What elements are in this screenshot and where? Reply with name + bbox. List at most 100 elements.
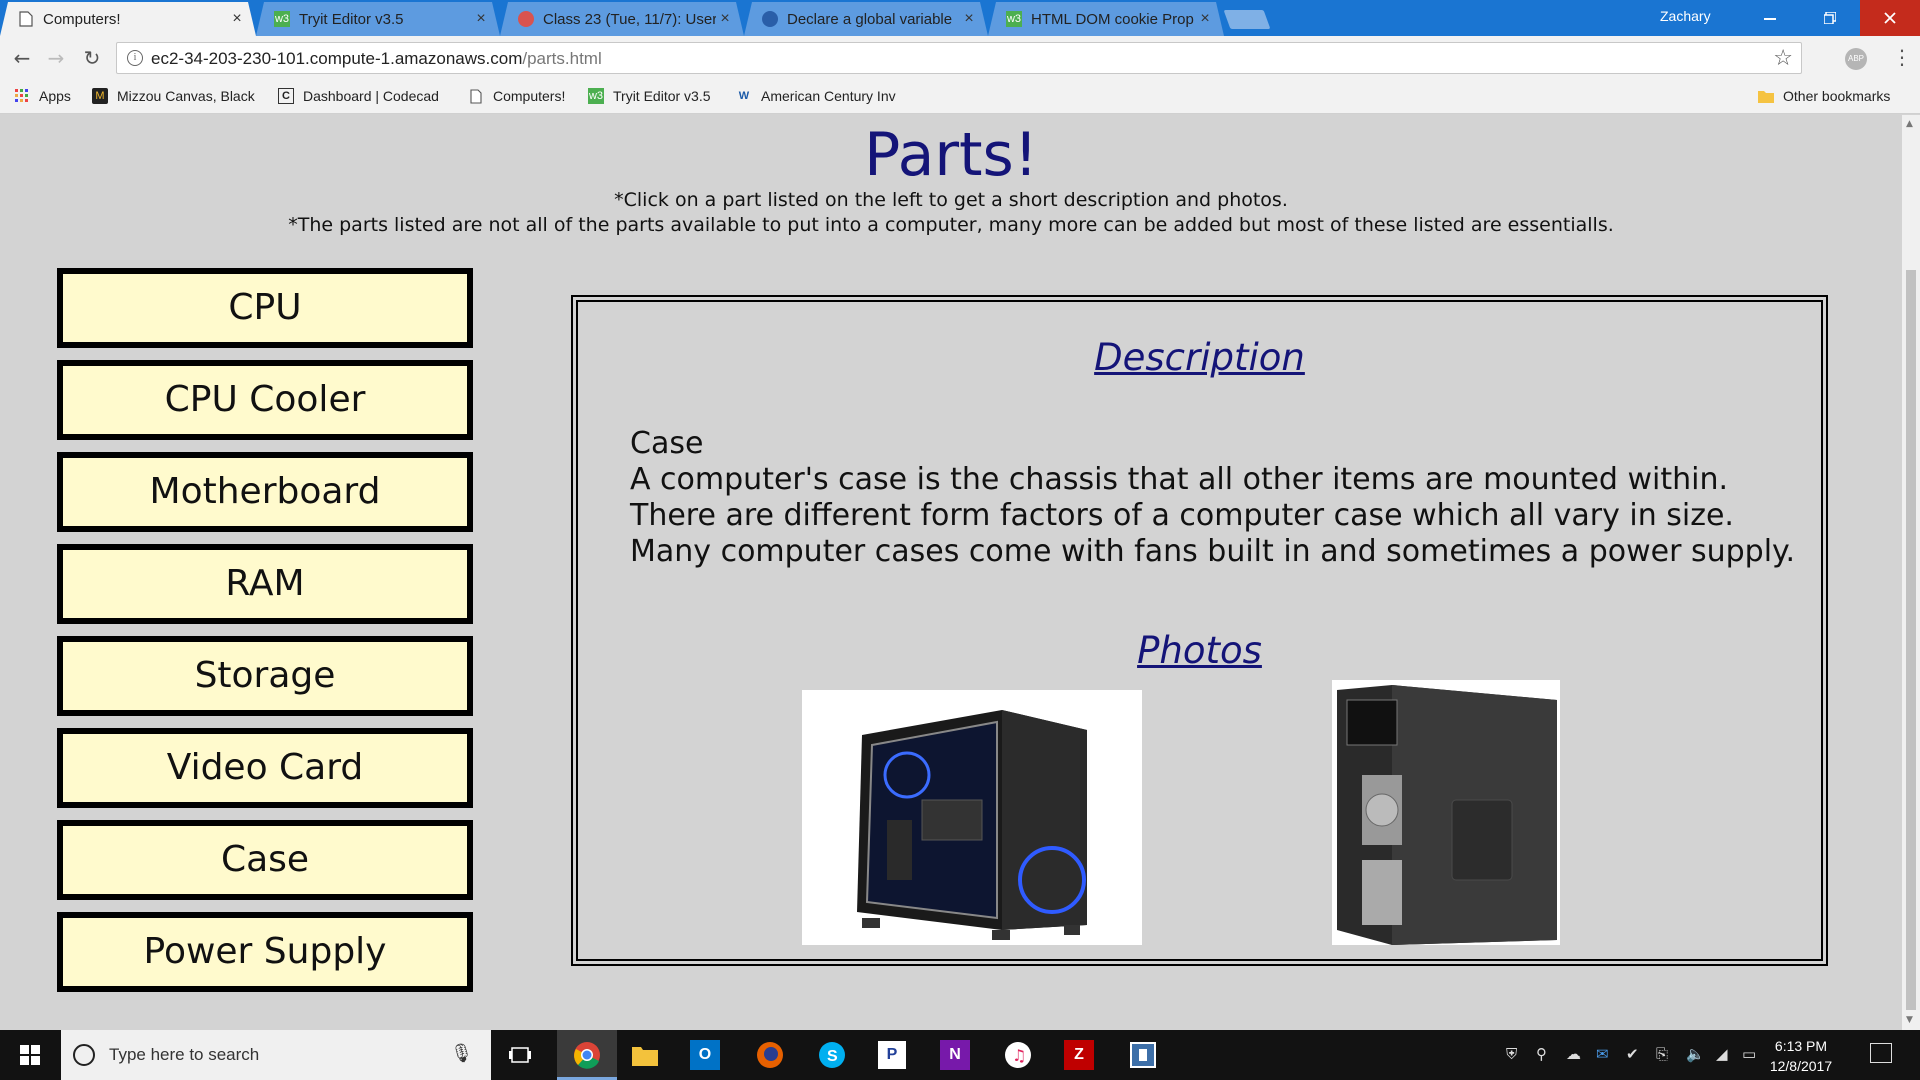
taskbar-search[interactable]: Type here to search 🎙 [61, 1030, 491, 1080]
firefox-icon[interactable] [752, 1037, 788, 1073]
scrollbar-thumb[interactable] [1906, 270, 1916, 1010]
windows-taskbar: Type here to search 🎙 O S P N ♫ Z ⛨ ⚲ ☁ … [0, 1030, 1920, 1080]
scroll-up-icon[interactable]: ▲ [1906, 119, 1913, 129]
address-bar[interactable]: i ec2-34-203-230-101.compute-1.amazonaws… [116, 42, 1802, 74]
itunes-icon[interactable]: ♫ [1000, 1037, 1036, 1073]
restore-icon[interactable] [1800, 0, 1860, 36]
mizzou-icon: M [92, 88, 108, 104]
bookmark-mizzou-canvas[interactable]: M Mizzou Canvas, Black [92, 88, 264, 104]
part-button-motherboard[interactable]: Motherboard [57, 452, 473, 532]
security-icon[interactable]: ⛨ [1506, 1045, 1517, 1063]
description-line: A computer's case is the chassis that al… [630, 462, 1729, 497]
bookmark-apps[interactable]: Apps [14, 88, 71, 104]
bookmark-american-century[interactable]: W American Century Inv [736, 88, 908, 104]
cortana-icon [73, 1044, 95, 1066]
instruction-note: *Click on a part listed on the left to g… [614, 189, 1288, 211]
tab-title: Tryit Editor v3.5 [299, 10, 404, 28]
file-explorer-icon[interactable] [627, 1037, 663, 1073]
parts-list: CPU CPU Cooler Motherboard RAM Storage V… [57, 268, 473, 1004]
tray-icon[interactable]: ✔ [1626, 1045, 1639, 1063]
skype-icon[interactable]: S [814, 1037, 850, 1073]
description-panel: Description Case A computer's case is th… [571, 295, 1828, 966]
case-photo-glass [802, 690, 1142, 945]
page-icon [468, 88, 484, 104]
part-button-storage[interactable]: Storage [57, 636, 473, 716]
apps-grid-icon [14, 88, 30, 104]
parts-note: *The parts listed are not all of the par… [288, 214, 1614, 236]
part-button-video-card[interactable]: Video Card [57, 728, 473, 808]
svg-text:S: S [827, 1048, 838, 1065]
close-window-icon[interactable] [1860, 0, 1920, 36]
tab-tryit-editor[interactable]: w3 Tryit Editor v3.5 × [256, 2, 500, 36]
microphone-icon[interactable]: 🎙 [450, 1043, 473, 1064]
part-button-power-supply[interactable]: Power Supply [57, 912, 473, 992]
action-center-icon[interactable] [1870, 1043, 1892, 1063]
minimize-icon[interactable] [1740, 0, 1800, 36]
tab-title: Declare a global variable [787, 10, 953, 28]
back-icon[interactable]: ← [10, 46, 34, 70]
tab-title: Class 23 (Tue, 11/7): User [543, 10, 716, 28]
tab-computers[interactable]: Computers! × [0, 2, 256, 36]
volume-icon[interactable]: 🔈 [1686, 1045, 1705, 1063]
close-tab-icon[interactable]: × [716, 10, 734, 28]
wifi-icon[interactable]: ◢ [1716, 1045, 1728, 1063]
chrome-icon[interactable] [569, 1037, 605, 1073]
other-bookmarks[interactable]: Other bookmarks [1758, 88, 1890, 104]
windows-start-icon[interactable] [0, 1030, 60, 1080]
browser-tab-strip: Computers! × w3 Tryit Editor v3.5 × Clas… [0, 0, 1920, 36]
page-scrollbar[interactable]: ▲ ▼ [1902, 115, 1920, 1030]
close-tab-icon[interactable]: × [1196, 10, 1214, 28]
codecademy-icon: C [278, 88, 294, 104]
course-icon [518, 11, 534, 27]
w3schools-icon: w3 [1006, 13, 1022, 25]
system-clock[interactable]: 6:13 PM 12/8/2017 [1756, 1036, 1846, 1076]
part-button-ram[interactable]: RAM [57, 544, 473, 624]
tab-title: Computers! [43, 10, 121, 28]
tab-title: HTML DOM cookie Prop [1031, 10, 1194, 28]
close-tab-icon[interactable]: × [228, 10, 246, 28]
task-view-icon[interactable] [502, 1037, 538, 1073]
forward-icon[interactable]: → [44, 46, 68, 70]
profile-name[interactable]: Zachary [1660, 8, 1711, 24]
onenote-icon[interactable]: N [940, 1040, 970, 1070]
site-icon [762, 11, 778, 27]
bookmark-tryit-editor[interactable]: w3 Tryit Editor v3.5 [588, 88, 711, 104]
tray-icon[interactable]: ⎘ [1656, 1045, 1668, 1063]
clock-time: 6:13 PM [1774, 1038, 1828, 1054]
close-tab-icon[interactable]: × [960, 10, 978, 28]
case-photo-rear [1332, 680, 1560, 945]
pandora-icon[interactable]: P [878, 1041, 906, 1069]
new-tab-button[interactable] [1223, 10, 1271, 29]
close-tab-icon[interactable]: × [472, 10, 490, 28]
reload-icon[interactable]: ↻ [80, 46, 104, 70]
folder-icon [1758, 88, 1774, 104]
filezilla-icon[interactable]: Z [1064, 1040, 1094, 1070]
bookmark-codecademy[interactable]: C Dashboard | Codecad [278, 88, 450, 104]
outlook-tray-icon[interactable]: ✉ [1596, 1045, 1609, 1063]
info-icon[interactable]: i [127, 50, 143, 66]
page-icon [18, 11, 34, 27]
american-century-icon: W [738, 90, 750, 102]
tab-dom-cookie[interactable]: w3 HTML DOM cookie Prop × [988, 2, 1224, 36]
page-content: Parts! *Click on a part listed on the le… [0, 115, 1902, 1030]
tab-class-23[interactable]: Class 23 (Tue, 11/7): User × [500, 2, 744, 36]
bookmark-star-icon[interactable]: ☆ [1773, 46, 1793, 71]
tray-icon[interactable]: ☁ [1566, 1045, 1581, 1063]
battery-icon[interactable]: ▭ [1742, 1045, 1756, 1063]
bookmark-computers[interactable]: Computers! [468, 88, 565, 104]
app-icon[interactable] [1125, 1037, 1161, 1073]
tray-icon[interactable]: ⚲ [1536, 1045, 1547, 1063]
tab-declare-global[interactable]: Declare a global variable × [744, 2, 988, 36]
page-title: Parts! [864, 120, 1038, 190]
part-button-case[interactable]: Case [57, 820, 473, 900]
description-text: Case A computer's case is the chassis th… [630, 426, 1795, 570]
chrome-menu-icon[interactable]: ⋮ [1892, 45, 1912, 69]
outlook-icon[interactable]: O [690, 1040, 720, 1070]
part-button-cpu[interactable]: CPU [57, 268, 473, 348]
description-title: Description [1094, 336, 1305, 379]
scroll-down-icon[interactable]: ▼ [1906, 1015, 1913, 1025]
part-button-cpu-cooler[interactable]: CPU Cooler [57, 360, 473, 440]
adblock-icon[interactable]: ABP [1845, 48, 1867, 70]
url-text: ec2-34-203-230-101.compute-1.amazonaws.c… [151, 49, 602, 68]
description-line: There are different form factors of a co… [630, 498, 1734, 533]
